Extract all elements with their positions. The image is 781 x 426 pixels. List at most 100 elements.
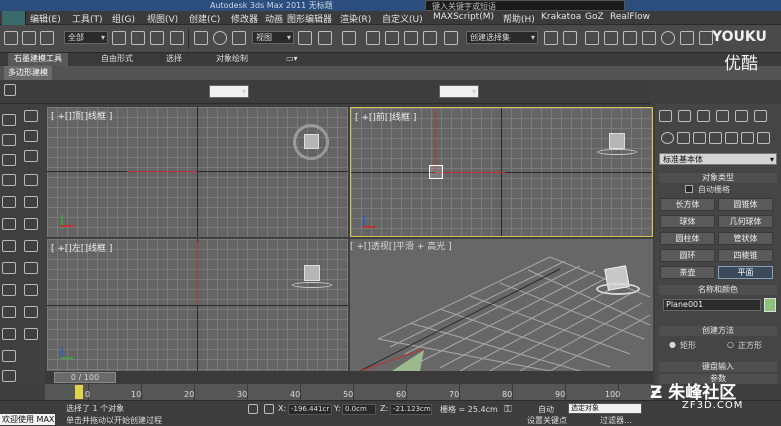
tool-icon-11[interactable] — [2, 218, 16, 230]
tool-icon-18[interactable] — [24, 284, 38, 296]
rect-selection-icon[interactable] — [150, 31, 164, 45]
category-dropdown[interactable]: 标准基本体 — [659, 153, 777, 166]
named-selection-dropdown[interactable]: 创建选择集 — [466, 31, 538, 44]
tool-icon-23[interactable] — [2, 350, 16, 362]
tab-graphite-modeling[interactable]: 石墨建模工具 — [8, 53, 68, 66]
teapot-button[interactable]: 茶壶 — [660, 266, 715, 279]
lock-selection-icon[interactable] — [248, 404, 258, 414]
redo-icon[interactable] — [22, 31, 36, 45]
tool-icon-16[interactable] — [24, 262, 38, 274]
cylinder-button[interactable]: 圆柱体 — [660, 232, 715, 245]
display-tab-icon[interactable] — [735, 110, 748, 122]
select-by-name-icon[interactable] — [131, 31, 145, 45]
key-filters-button[interactable]: 过滤器... — [600, 415, 632, 426]
tool-icon-1[interactable] — [2, 114, 16, 126]
render-frame-icon[interactable] — [699, 31, 713, 45]
auto-key-button[interactable]: 自动 — [538, 404, 554, 415]
tool-icon-3[interactable] — [2, 134, 16, 146]
systems-icon[interactable] — [757, 132, 770, 144]
set-key-button[interactable]: 设置关键点 — [527, 415, 567, 426]
link-icon[interactable] — [40, 31, 54, 45]
schematic-view-icon[interactable] — [642, 31, 656, 45]
helpers-icon[interactable] — [725, 132, 738, 144]
keyboard-shortcut-icon[interactable] — [342, 31, 356, 45]
menu-item-create[interactable]: 创建(C) — [189, 12, 220, 25]
time-slider[interactable]: 0 / 100 — [45, 371, 653, 384]
tab-selection[interactable]: 选择 — [160, 53, 188, 66]
object-color-swatch[interactable] — [764, 298, 776, 312]
z-coord-field[interactable]: -21.123cm — [390, 404, 432, 415]
geometry-icon[interactable] — [661, 132, 674, 144]
menu-item-customize[interactable]: 自定义(U) — [382, 12, 423, 25]
menu-item-group[interactable]: 组(G) — [112, 12, 135, 25]
rotate-icon[interactable] — [213, 31, 227, 45]
move-icon[interactable] — [194, 31, 208, 45]
tool-icon-5[interactable] — [2, 154, 16, 166]
menu-item-maxscript[interactable]: MAXScript(M) — [433, 12, 494, 22]
ribbon-options-icon[interactable]: ▭▾ — [280, 53, 304, 66]
menu-item-views[interactable]: 视图(V) — [147, 12, 178, 25]
undo-icon[interactable] — [4, 31, 18, 45]
cone-button[interactable]: 圆锥体 — [718, 198, 773, 211]
reference-coord-dropdown[interactable]: 视图 — [252, 31, 294, 44]
tool-icon-21[interactable] — [2, 328, 16, 340]
viewport-front[interactable]: [ +[]前[]线框 ] — [350, 107, 653, 237]
tool-icon-10[interactable] — [24, 196, 38, 208]
tool-icon-8[interactable] — [24, 174, 38, 186]
tool-icon-19[interactable] — [2, 306, 16, 318]
keyboard-entry-rollout[interactable]: 键盘输入 — [659, 362, 777, 372]
tool-icon-7[interactable] — [2, 174, 16, 186]
modify-tab-icon[interactable] — [678, 110, 691, 122]
select-object-icon[interactable] — [112, 31, 126, 45]
graphite-toggle-icon[interactable] — [604, 31, 618, 45]
track-bar[interactable]: 0 10 20 30 40 50 60 70 80 90 100 — [45, 384, 653, 400]
hierarchy-tab-icon[interactable] — [697, 110, 710, 122]
snap-toggle-icon[interactable] — [366, 31, 380, 45]
menu-item-tools[interactable]: 工具(T) — [72, 12, 103, 25]
tool-icon-15[interactable] — [2, 262, 16, 274]
autogrid-checkbox[interactable] — [685, 185, 693, 193]
absolute-mode-icon[interactable] — [264, 404, 274, 414]
selection-filter-dropdown[interactable]: 全部 — [64, 31, 108, 44]
motion-tab-icon[interactable] — [716, 110, 729, 122]
render-setup-icon[interactable] — [680, 31, 694, 45]
app-logo-icon[interactable] — [2, 11, 26, 25]
cameras-icon[interactable] — [709, 132, 722, 144]
viewport-front-label[interactable]: [ +[]前[]线框 ] — [355, 110, 416, 123]
key-filter-select[interactable]: 选定对象 — [568, 403, 642, 414]
percent-snap-icon[interactable] — [404, 31, 418, 45]
shapes-icon[interactable] — [677, 132, 690, 144]
polygon-modeling-button[interactable]: 多边形建模 — [4, 66, 52, 80]
angle-snap-icon[interactable] — [385, 31, 399, 45]
pyramid-button[interactable]: 四棱锥 — [718, 249, 773, 262]
lights-icon[interactable] — [693, 132, 706, 144]
align-icon[interactable] — [563, 31, 577, 45]
y-coord-field[interactable]: 0.0cm — [342, 404, 376, 415]
radio-square[interactable]: ○ — [727, 340, 734, 349]
viewport-top[interactable]: [ +[]顶[]线框 ] — [47, 107, 348, 237]
edit-named-selection-icon[interactable] — [444, 31, 458, 45]
tab-freeform[interactable]: 自由形式 — [95, 53, 139, 66]
menu-item-modifiers[interactable]: 修改器 — [231, 12, 258, 25]
time-slider-thumb[interactable]: 0 / 100 — [54, 372, 116, 383]
menu-item-animation[interactable]: 动画 — [265, 12, 283, 25]
layer-manager-icon[interactable] — [585, 31, 599, 45]
plane-button[interactable]: 平面 — [718, 266, 773, 279]
option-dropdown-2[interactable] — [439, 85, 479, 98]
viewport-left-label[interactable]: [ +[]左[]线框 ] — [51, 241, 112, 254]
key-icon[interactable]: ⚿ — [504, 404, 512, 415]
viewport-top-label[interactable]: [ +[]顶[]线框 ] — [51, 109, 112, 122]
tool-icon-17[interactable] — [2, 284, 16, 296]
spinner-snap-icon[interactable] — [423, 31, 437, 45]
viewport-perspective[interactable]: [ +[]透视[]平滑 + 高光 ] — [350, 239, 653, 371]
window-crossing-icon[interactable] — [170, 31, 184, 45]
geosphere-button[interactable]: 几何球体 — [718, 215, 773, 228]
utilities-tab-icon[interactable] — [754, 110, 767, 122]
viewport-left[interactable]: [ +[]左[]线框 ] — [47, 239, 348, 371]
mirror-icon[interactable] — [544, 31, 558, 45]
menu-item-realflow[interactable]: RealFlow — [610, 12, 650, 22]
menu-item-edit[interactable]: 编辑(E) — [30, 12, 61, 25]
tool-icon-20[interactable] — [24, 306, 38, 318]
tool-icon-12[interactable] — [24, 218, 38, 230]
scale-icon[interactable] — [232, 31, 246, 45]
